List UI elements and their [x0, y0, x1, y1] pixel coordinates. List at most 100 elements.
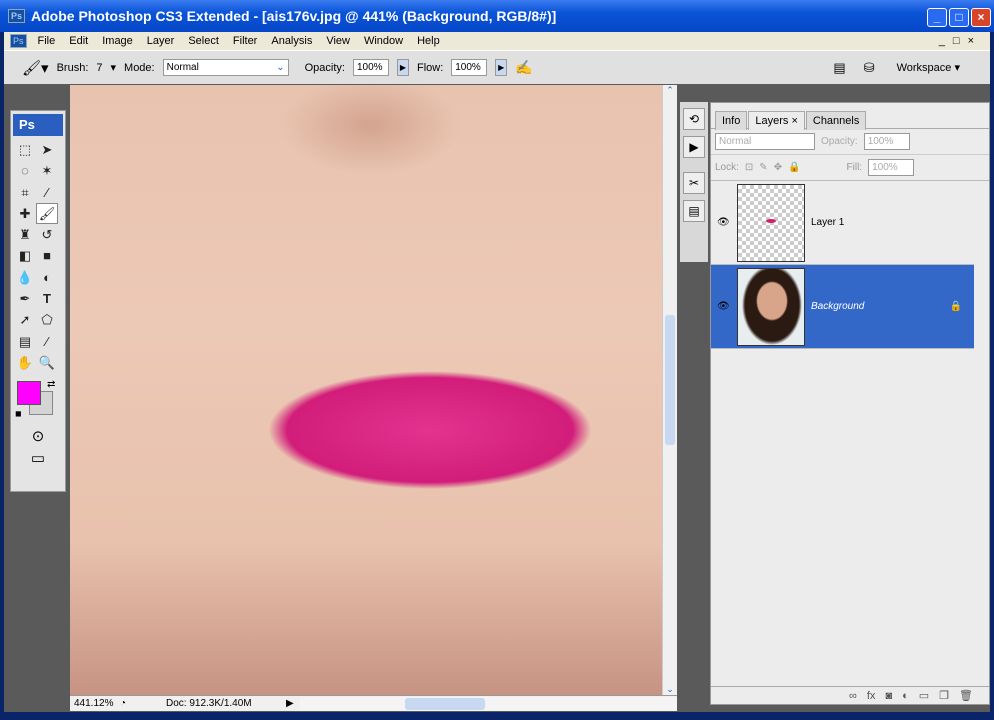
fill-input[interactable]: 100%: [868, 159, 915, 176]
eyedropper-tool-icon[interactable]: ⁄: [36, 331, 58, 352]
crop-tool-icon[interactable]: ⌗: [14, 182, 36, 203]
menu-window[interactable]: Window: [364, 35, 403, 47]
lock-all-icon[interactable]: 🔒: [788, 162, 800, 173]
airbrush-icon[interactable]: ✍: [515, 59, 532, 76]
layer-row[interactable]: 👁 Layer 1: [711, 181, 974, 265]
clone-stamp-tool-icon[interactable]: ♜: [14, 224, 36, 245]
tab-info[interactable]: Info: [715, 111, 748, 130]
flow-slider-arrow[interactable]: ▶: [495, 59, 508, 76]
lock-transparency-icon[interactable]: ⊡: [745, 162, 753, 173]
flow-label: Flow:: [416, 61, 444, 74]
marquee-tool-icon[interactable]: ⬚: [14, 139, 36, 160]
tool-presets-icon[interactable]: ✂: [683, 172, 705, 194]
lock-icon: 🔒: [949, 301, 962, 312]
mode-select[interactable]: Normal ⌄: [162, 59, 289, 76]
app-icon: Ps: [8, 9, 26, 23]
link-layers-icon[interactable]: ∞: [849, 690, 857, 702]
palette-well-icon[interactable]: ▤: [833, 60, 845, 76]
gradient-tool-icon[interactable]: ■: [36, 245, 58, 266]
doc-icon[interactable]: Ps: [10, 34, 27, 48]
opacity-label: Opacity:: [304, 61, 345, 74]
delete-layer-icon[interactable]: 🗑: [959, 689, 973, 702]
foreground-color-swatch[interactable]: [17, 381, 41, 405]
layer-row-selected[interactable]: 👁 Background 🔒: [711, 265, 974, 349]
adjustment-layer-icon[interactable]: ◐: [902, 690, 909, 702]
layer-mask-icon[interactable]: ◙: [885, 690, 892, 702]
menu-view[interactable]: View: [326, 35, 350, 47]
brush-tool-preset-icon[interactable]: 🖌▾: [22, 59, 49, 77]
bridge-icon[interactable]: ⛁: [864, 60, 875, 76]
maximize-button[interactable]: □: [949, 8, 969, 27]
dodge-tool-icon[interactable]: ◐: [36, 267, 58, 288]
layer-style-icon[interactable]: fx: [867, 690, 876, 702]
status-icon[interactable]: ◔: [120, 698, 136, 709]
menu-layer[interactable]: Layer: [147, 35, 175, 47]
magic-wand-tool-icon[interactable]: ✶: [36, 161, 58, 182]
workspace-button[interactable]: Workspace ▾: [897, 61, 960, 74]
lock-label: Lock:: [715, 162, 739, 173]
history-brush-tool-icon[interactable]: ↺: [36, 224, 58, 245]
scroll-thumb[interactable]: [665, 315, 675, 445]
swap-colors-icon[interactable]: ⇄: [47, 379, 55, 390]
notes-tool-icon[interactable]: ▤: [14, 331, 36, 352]
layer-name[interactable]: Background: [811, 301, 864, 312]
brush-tool-icon[interactable]: 🖌: [36, 203, 58, 224]
lasso-tool-icon[interactable]: ◌: [14, 160, 36, 181]
brushes-panel-icon[interactable]: ▤: [683, 200, 705, 222]
blur-tool-icon[interactable]: 💧: [14, 267, 36, 288]
pen-tool-icon[interactable]: ✒: [14, 289, 36, 310]
tab-layers[interactable]: Layers ×: [748, 111, 805, 130]
menu-file[interactable]: File: [38, 35, 56, 47]
mode-value: Normal: [166, 62, 199, 73]
brush-picker-arrow[interactable]: ▾: [111, 61, 117, 74]
zoom-level[interactable]: 441.12%: [70, 698, 120, 709]
slice-tool-icon[interactable]: ⁄: [36, 182, 58, 203]
visibility-eye-icon[interactable]: 👁: [717, 301, 730, 312]
flow-input[interactable]: 100%: [451, 59, 488, 76]
doc-window-controls[interactable]: _□×: [939, 35, 982, 47]
menu-image[interactable]: Image: [102, 35, 133, 47]
layer-opacity-input[interactable]: 100%: [863, 133, 910, 150]
h-scroll-thumb[interactable]: [405, 697, 485, 710]
layer-name[interactable]: Layer 1: [811, 217, 844, 228]
menu-select[interactable]: Select: [188, 35, 219, 47]
opacity-slider-arrow[interactable]: ▶: [396, 59, 409, 76]
status-menu-arrow[interactable]: ▶: [286, 698, 300, 709]
brush-label: Brush:: [56, 61, 89, 74]
minimize-button[interactable]: _: [927, 8, 947, 27]
new-group-icon[interactable]: ▭: [919, 689, 929, 702]
blend-mode-select[interactable]: Normal: [715, 133, 815, 150]
menu-edit[interactable]: Edit: [69, 35, 88, 47]
menu-analysis[interactable]: Analysis: [271, 35, 312, 47]
quick-mask-icon[interactable]: ⊙: [11, 427, 65, 445]
history-panel-icon[interactable]: ⟲: [683, 108, 705, 130]
healing-brush-tool-icon[interactable]: ✚: [14, 203, 36, 224]
lock-pixels-icon[interactable]: ✎: [759, 162, 767, 173]
status-bar: 441.12% ◔ Doc: 912.3K/1.40M ▶: [70, 695, 677, 711]
image-canvas[interactable]: [70, 85, 662, 695]
toolbox: Ps ⬚ ➤ ◌ ✶ ⌗ ⁄ ✚ 🖌 ♜ ↺ ◧ ■ 💧 ◐ ✒ T ➚ ⬠ ▤ ⁄ ✋ 🔍 ⇄ ◼ …: [10, 110, 66, 492]
path-selection-tool-icon[interactable]: ➚: [14, 310, 36, 331]
vertical-scrollbar[interactable]: ⌃ ⌄: [662, 85, 677, 695]
lock-position-icon[interactable]: ✥: [774, 162, 782, 173]
zoom-tool-icon[interactable]: 🔍: [36, 352, 58, 373]
actions-panel-icon[interactable]: ▶: [683, 136, 705, 158]
shape-tool-icon[interactable]: ⬠: [36, 310, 58, 331]
tab-channels[interactable]: Channels: [805, 111, 867, 130]
menu-filter[interactable]: Filter: [233, 35, 257, 47]
close-button[interactable]: ×: [971, 8, 991, 27]
move-tool-icon[interactable]: ➤: [36, 139, 58, 160]
type-tool-icon[interactable]: T: [36, 288, 58, 309]
layers-panel: Info Layers × Channels Normal Opacity: 100…: [710, 102, 990, 705]
visibility-eye-icon[interactable]: 👁: [717, 217, 730, 228]
window-title: Adobe Photoshop CS3 Extended - [ais176v.…: [31, 8, 557, 24]
eraser-tool-icon[interactable]: ◧: [14, 246, 36, 267]
opacity-input[interactable]: 100%: [352, 59, 389, 76]
brush-size[interactable]: 7: [96, 62, 102, 74]
default-colors-icon[interactable]: ◼: [15, 409, 22, 418]
screen-mode-icon[interactable]: ▭: [11, 449, 65, 467]
menu-help[interactable]: Help: [417, 35, 440, 47]
horizontal-scrollbar[interactable]: [300, 696, 677, 711]
new-layer-icon[interactable]: ❐: [939, 689, 949, 702]
hand-tool-icon[interactable]: ✋: [14, 352, 36, 373]
